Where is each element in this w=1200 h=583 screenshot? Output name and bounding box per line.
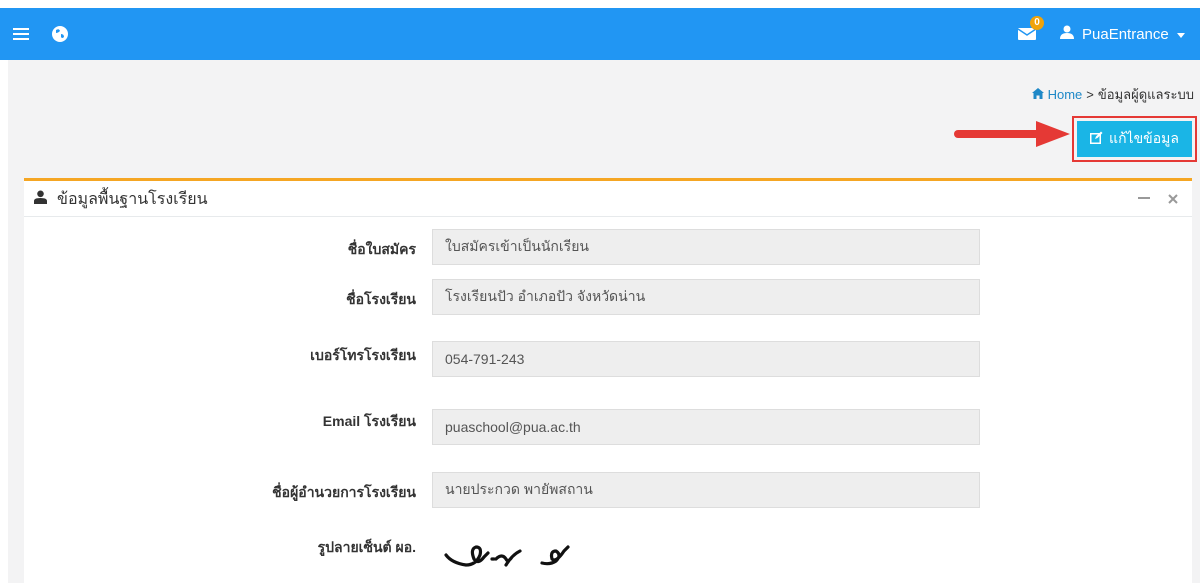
- menu-icon[interactable]: [8, 8, 34, 60]
- user-menu[interactable]: PuaEntrance: [1060, 8, 1185, 60]
- director-signature-image: [444, 545, 570, 567]
- school-phone-label: เบอร์โทรโรงเรียน: [310, 347, 416, 363]
- school-email-label: Email โรงเรียน: [322, 413, 416, 429]
- panel-header: ข้อมูลพื้นฐานโรงเรียน: [24, 181, 1192, 217]
- page-content: Home > ข้อมูลผู้ดูแลระบบ แก้ไขข้อมูล ข้อ…: [8, 60, 1200, 583]
- school-info-panel: ข้อมูลพื้นฐานโรงเรียน ชื่อใบสมัคร ใบสมัค…: [24, 178, 1192, 583]
- globe-icon[interactable]: [50, 8, 70, 60]
- breadcrumb-home[interactable]: Home: [1031, 87, 1083, 102]
- arrow-annotation: [954, 121, 1070, 147]
- panel-title-group: ข้อมูลพื้นฐานโรงเรียน: [34, 181, 208, 217]
- user-icon: [1060, 25, 1074, 43]
- school-name-label: ชื่อโรงเรียน: [346, 291, 416, 307]
- school-email-field[interactable]: puaschool@pua.ac.th: [432, 409, 980, 445]
- panel-tools: [1138, 181, 1178, 217]
- close-icon[interactable]: [1168, 191, 1178, 207]
- user-name: PuaEntrance: [1082, 25, 1169, 43]
- director-signature-label: รูปลายเซ็นต์ ผอ.: [317, 539, 416, 555]
- breadcrumb-separator: >: [1086, 87, 1094, 102]
- director-name-field[interactable]: นายประกวด พายัพสถาน: [432, 472, 980, 508]
- breadcrumb: Home > ข้อมูลผู้ดูแลระบบ: [1031, 84, 1194, 105]
- school-phone-field[interactable]: 054-791-243: [432, 341, 980, 377]
- user-icon: [34, 190, 47, 209]
- top-strip: [0, 0, 1200, 8]
- breadcrumb-home-label: Home: [1047, 87, 1083, 102]
- director-name-label: ชื่อผู้อำนวยการโรงเรียน: [272, 484, 416, 500]
- panel-title: ข้อมูลพื้นฐานโรงเรียน: [57, 190, 208, 208]
- top-navbar: 0 PuaEntrance: [0, 8, 1200, 60]
- breadcrumb-current: ข้อมูลผู้ดูแลระบบ: [1097, 87, 1194, 102]
- collapse-icon[interactable]: [1138, 191, 1150, 207]
- school-name-field[interactable]: โรงเรียนปัว อำเภอปัว จังหวัดน่าน: [432, 279, 980, 315]
- edit-icon: [1090, 131, 1103, 147]
- mail-count-badge: 0: [1030, 16, 1044, 30]
- caret-down-icon: [1176, 26, 1185, 43]
- application-name-label: ชื่อใบสมัคร: [347, 241, 416, 257]
- mail-icon[interactable]: 0: [1010, 8, 1044, 60]
- edit-button-label: แก้ไขข้อมูล: [1109, 130, 1179, 146]
- home-icon: [1031, 87, 1044, 102]
- application-name-field[interactable]: ใบสมัครเข้าเป็นนักเรียน: [432, 229, 980, 265]
- edit-info-button[interactable]: แก้ไขข้อมูล: [1077, 121, 1192, 157]
